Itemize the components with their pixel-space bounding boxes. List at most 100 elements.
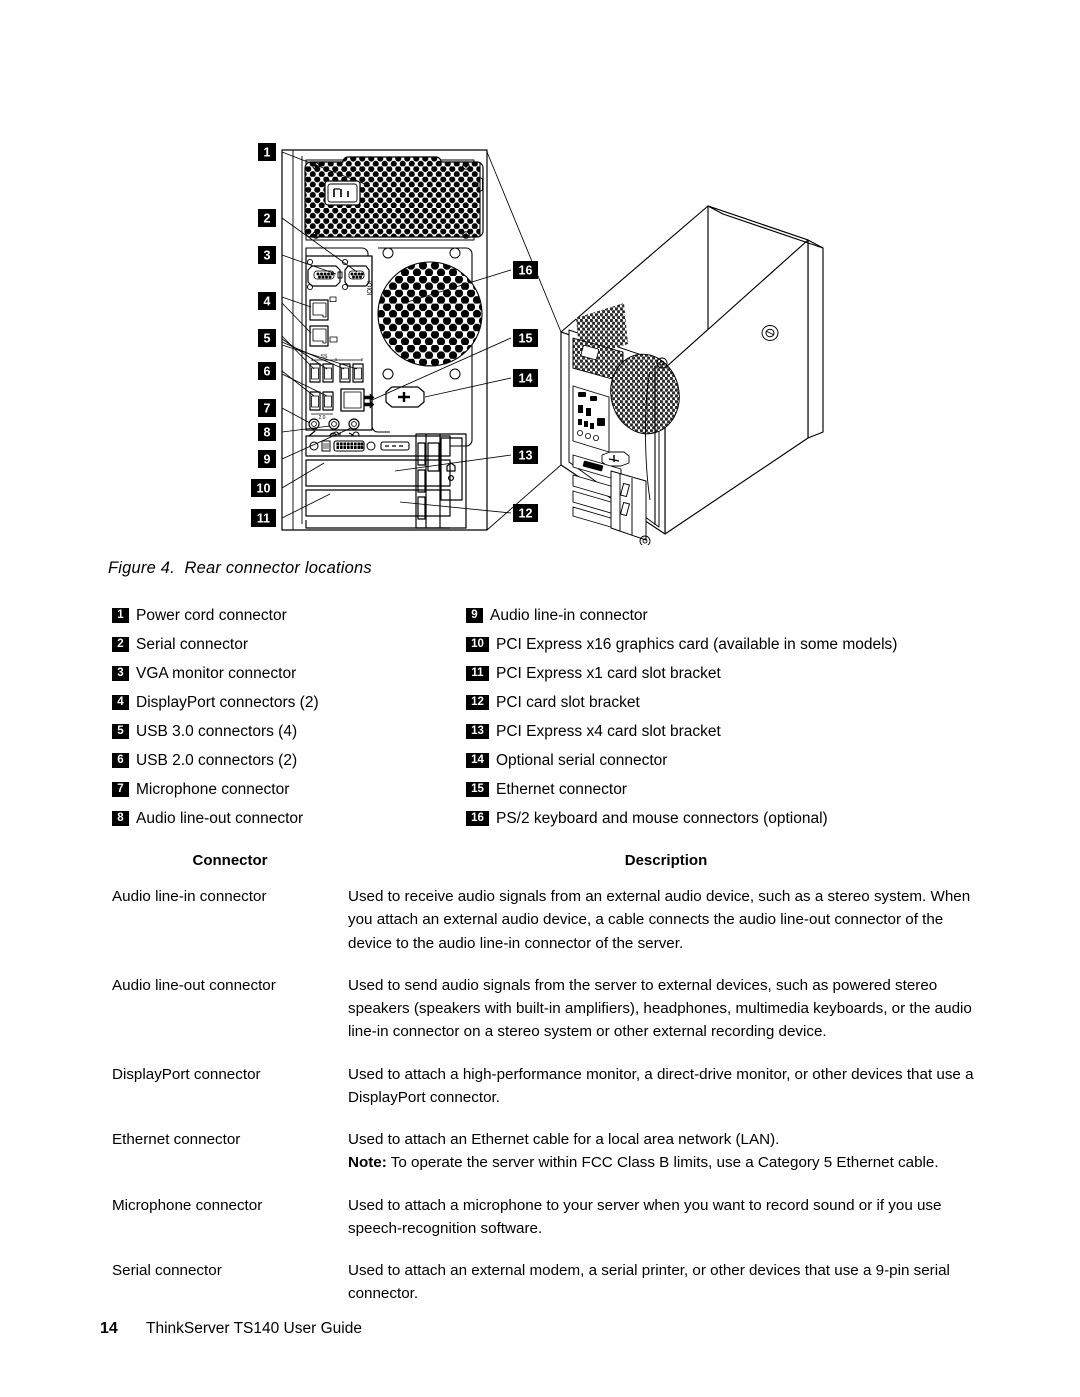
column-header-description: Description (624, 852, 708, 869)
legend-label: USB 2.0 connectors (2) (136, 751, 298, 769)
legend-label: Audio line-out connector (136, 809, 304, 827)
svg-text:6: 6 (264, 365, 271, 379)
connector-description-table: Connector Description Audio line-in conn… (112, 852, 984, 1325)
svg-text:IOIOI: IOIOI (365, 281, 371, 296)
cell-description: Used to receive audio signals from an ex… (348, 885, 984, 974)
table-header-row: Connector Description (112, 852, 984, 885)
legend-label: PS/2 keyboard and mouse connectors (opti… (496, 809, 828, 827)
table-row: Microphone connector Used to attach a mi… (112, 1194, 984, 1260)
cell-description: Used to attach a microphone to your serv… (348, 1194, 984, 1260)
svg-text:1: 1 (264, 146, 271, 160)
legend-item: 1 Power cord connector (112, 601, 492, 630)
legend-label: Audio line-in connector (490, 606, 648, 624)
cell-description: Used to send audio signals from the serv… (348, 974, 984, 1063)
legend-item: 12 PCI card slot bracket (466, 688, 996, 717)
svg-text:10: 10 (257, 482, 271, 496)
callout-badge: 7 (112, 782, 129, 797)
callout-3: 3 (258, 246, 276, 264)
legend-item: 16 PS/2 keyboard and mouse connectors (o… (466, 804, 996, 833)
callout-badge: 16 (466, 811, 489, 826)
callout-badge: 9 (466, 608, 483, 623)
cell-description: Used to attach an Ethernet cable for a l… (348, 1128, 984, 1194)
callout-15: 15 (513, 329, 538, 347)
cell-description: Used to attach an external modem, a seri… (348, 1259, 984, 1325)
legend-column-right: 9 Audio line-in connector 10 PCI Express… (466, 601, 996, 833)
legend-item: 11 PCI Express x1 card slot bracket (466, 659, 996, 688)
legend-item: 15 Ethernet connector (466, 775, 996, 804)
svg-text:2.0: 2.0 (319, 415, 326, 421)
svg-text:15: 15 (519, 332, 533, 346)
callout-14: 14 (513, 369, 538, 387)
svg-text:14: 14 (519, 372, 533, 386)
callout-badge: 4 (112, 695, 129, 710)
callout-1: 1 (258, 143, 276, 161)
legend-label: USB 3.0 connectors (4) (136, 722, 298, 740)
cell-connector: Ethernet connector (112, 1131, 241, 1148)
callout-2: 2 (258, 209, 276, 227)
column-header-connector: Connector (192, 852, 268, 869)
legend-item: 7 Microphone connector (112, 775, 492, 804)
svg-text:9: 9 (264, 453, 271, 467)
callout-badge: 1 (112, 608, 129, 623)
callout-badge: 14 (466, 753, 489, 768)
legend-item: 4 DisplayPort connectors (2) (112, 688, 492, 717)
figure-caption: Figure 4. Rear connector locations (108, 559, 372, 577)
callout-6: 6 (258, 362, 276, 380)
svg-text:16: 16 (519, 264, 533, 278)
legend-item: 8 Audio line-out connector (112, 804, 492, 833)
callout-badge: 3 (112, 666, 129, 681)
callout-badge: 10 (466, 637, 489, 652)
rear-connector-locations-illustration: IOIOI SS 2.0 1 2 3 4 5 6 7 8 9 10 11 16 … (251, 143, 824, 545)
legend-label: PCI Express x1 card slot bracket (496, 664, 721, 682)
callout-7: 7 (258, 399, 276, 417)
legend-item: 6 USB 2.0 connectors (2) (112, 746, 492, 775)
legend-column-left: 1 Power cord connector 2 Serial connecto… (112, 601, 492, 833)
callout-badge: 5 (112, 724, 129, 739)
description-text: Used to attach an external modem, a seri… (348, 1262, 950, 1303)
description-text: Used to attach a high-performance monito… (348, 1065, 974, 1106)
svg-text:8: 8 (264, 426, 271, 440)
callout-4: 4 (258, 292, 276, 310)
legend-item: 13 PCI Express x4 card slot bracket (466, 717, 996, 746)
cell-connector: Audio line-out connector (112, 976, 276, 994)
legend-label: DisplayPort connectors (2) (136, 693, 319, 711)
description-text: Used to attach an Ethernet cable for a l… (348, 1131, 780, 1148)
callout-10: 10 (251, 479, 276, 497)
svg-text:5: 5 (264, 332, 271, 346)
cell-description: Used to attach a high-performance monito… (348, 1063, 984, 1129)
footer-page-number: 14 (100, 1320, 118, 1337)
callout-11: 11 (251, 509, 276, 527)
svg-text:4: 4 (264, 295, 271, 309)
legend-item: 2 Serial connector (112, 630, 492, 659)
description-text: Used to attach a microphone to your serv… (348, 1196, 942, 1237)
callout-badge: 8 (112, 811, 129, 826)
callout-8: 8 (258, 423, 276, 441)
svg-text:2: 2 (264, 212, 271, 226)
cell-connector: Serial connector (112, 1262, 222, 1279)
callout-badge: 11 (466, 666, 489, 681)
description-text: Used to receive audio signals from an ex… (348, 888, 971, 952)
legend-label: PCI Express x4 card slot bracket (496, 722, 721, 740)
legend-label: Optional serial connector (496, 751, 668, 769)
note-label: Note: (348, 1154, 387, 1172)
callout-16: 16 (513, 261, 538, 279)
description-note: Note: To operate the server within FCC C… (348, 1151, 984, 1174)
callout-5: 5 (258, 329, 276, 347)
cell-connector: Audio line-in connector (112, 888, 267, 905)
callout-badge: 15 (466, 782, 489, 797)
legend-item: 3 VGA monitor connector (112, 659, 492, 688)
legend-item: 10 PCI Express x16 graphics card (availa… (466, 630, 996, 659)
svg-text:7: 7 (264, 402, 271, 416)
callout-badge: 12 (466, 695, 489, 710)
svg-text:3: 3 (264, 249, 271, 263)
legend-item: 9 Audio line-in connector (466, 601, 996, 630)
page-footer: 14 ThinkServer TS140 User Guide (100, 1320, 362, 1338)
legend-label: PCI card slot bracket (496, 693, 640, 711)
table-row: DisplayPort connector Used to attach a h… (112, 1063, 984, 1129)
legend-label: Power cord connector (136, 606, 287, 624)
table-row: Ethernet connector Used to attach an Eth… (112, 1128, 984, 1194)
legend-item: 14 Optional serial connector (466, 746, 996, 775)
table-row: Audio line-out connector Used to send au… (112, 974, 984, 1063)
callout-badge: 13 (466, 724, 489, 739)
legend-label: PCI Express x16 graphics card (available… (496, 635, 898, 653)
